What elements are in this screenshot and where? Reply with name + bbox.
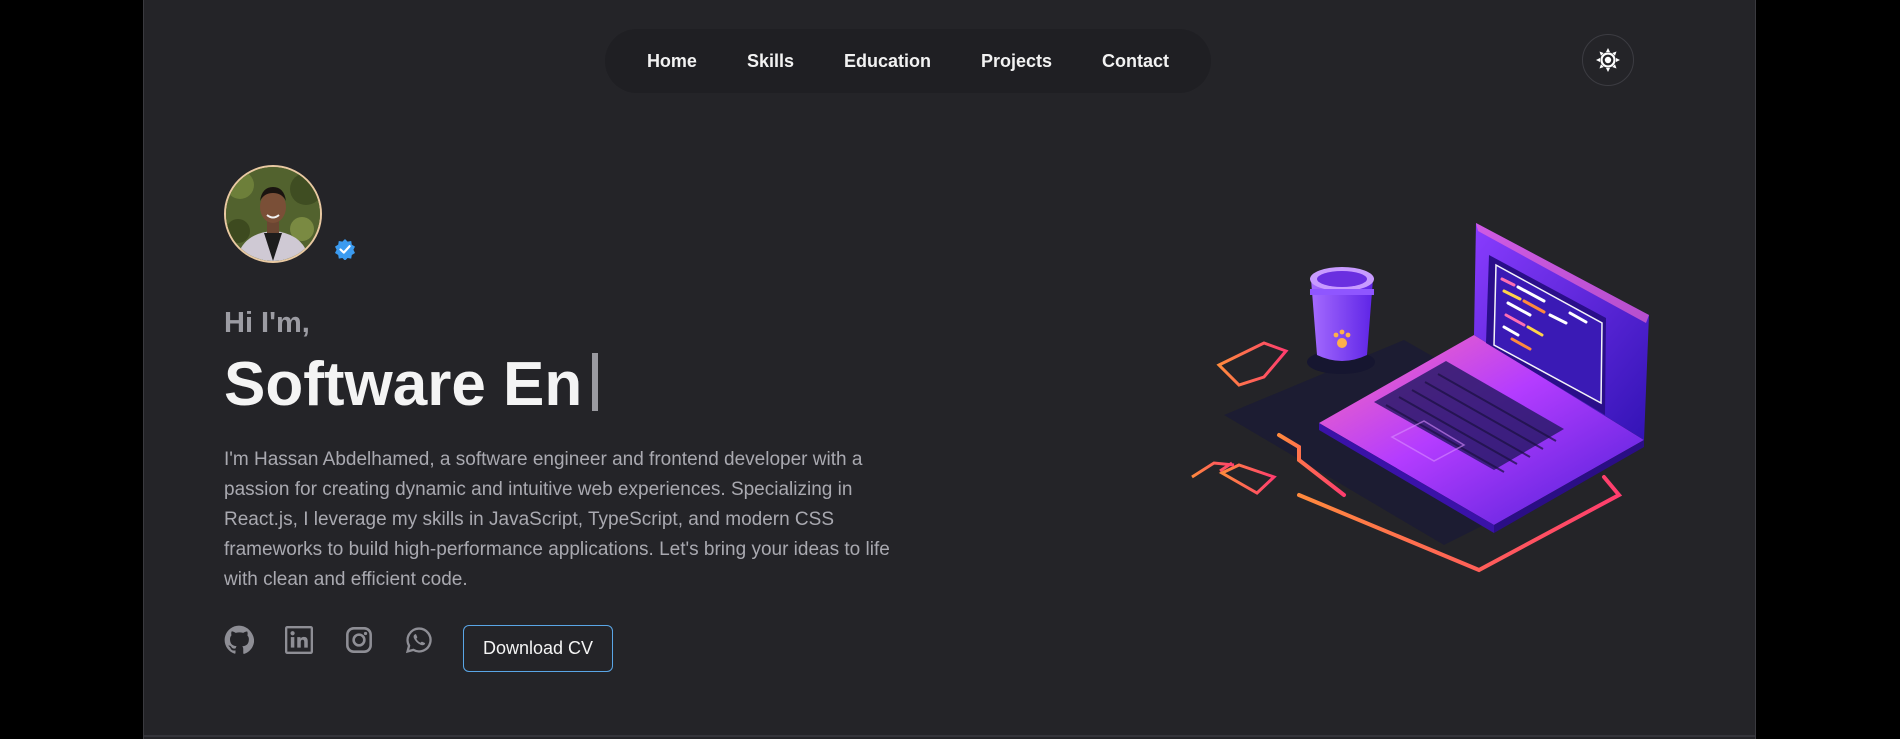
theme-toggle-button[interactable] <box>1582 34 1634 86</box>
verified-badge-icon <box>335 239 355 260</box>
social-links <box>224 625 464 655</box>
section-divider <box>144 735 1755 737</box>
bio-text: I'm Hassan Abdelhamed, a software engine… <box>224 449 890 590</box>
laptop-coffee-illustration <box>1191 223 1649 573</box>
headline: Software En <box>224 347 599 423</box>
nav-projects[interactable]: Projects <box>981 51 1052 72</box>
nav-home[interactable]: Home <box>647 51 697 72</box>
linkedin-icon[interactable] <box>284 625 314 655</box>
download-cv-button[interactable]: Download CV <box>463 625 613 672</box>
nav-contact[interactable]: Contact <box>1102 51 1169 72</box>
whatsapp-icon[interactable] <box>404 625 434 655</box>
instagram-icon[interactable] <box>344 625 374 655</box>
greeting: Hi I'm, <box>224 307 310 339</box>
nav-skills[interactable]: Skills <box>747 51 794 72</box>
headline-text: Software En <box>224 350 583 419</box>
top-nav: Home Skills Education Projects Contact <box>605 29 1211 93</box>
page: Home Skills Education Projects Contact H… <box>143 0 1756 739</box>
avatar <box>224 165 322 263</box>
sun-icon <box>1596 48 1620 72</box>
github-icon[interactable] <box>224 625 254 655</box>
typing-cursor <box>592 353 599 411</box>
nav-education[interactable]: Education <box>844 51 931 72</box>
